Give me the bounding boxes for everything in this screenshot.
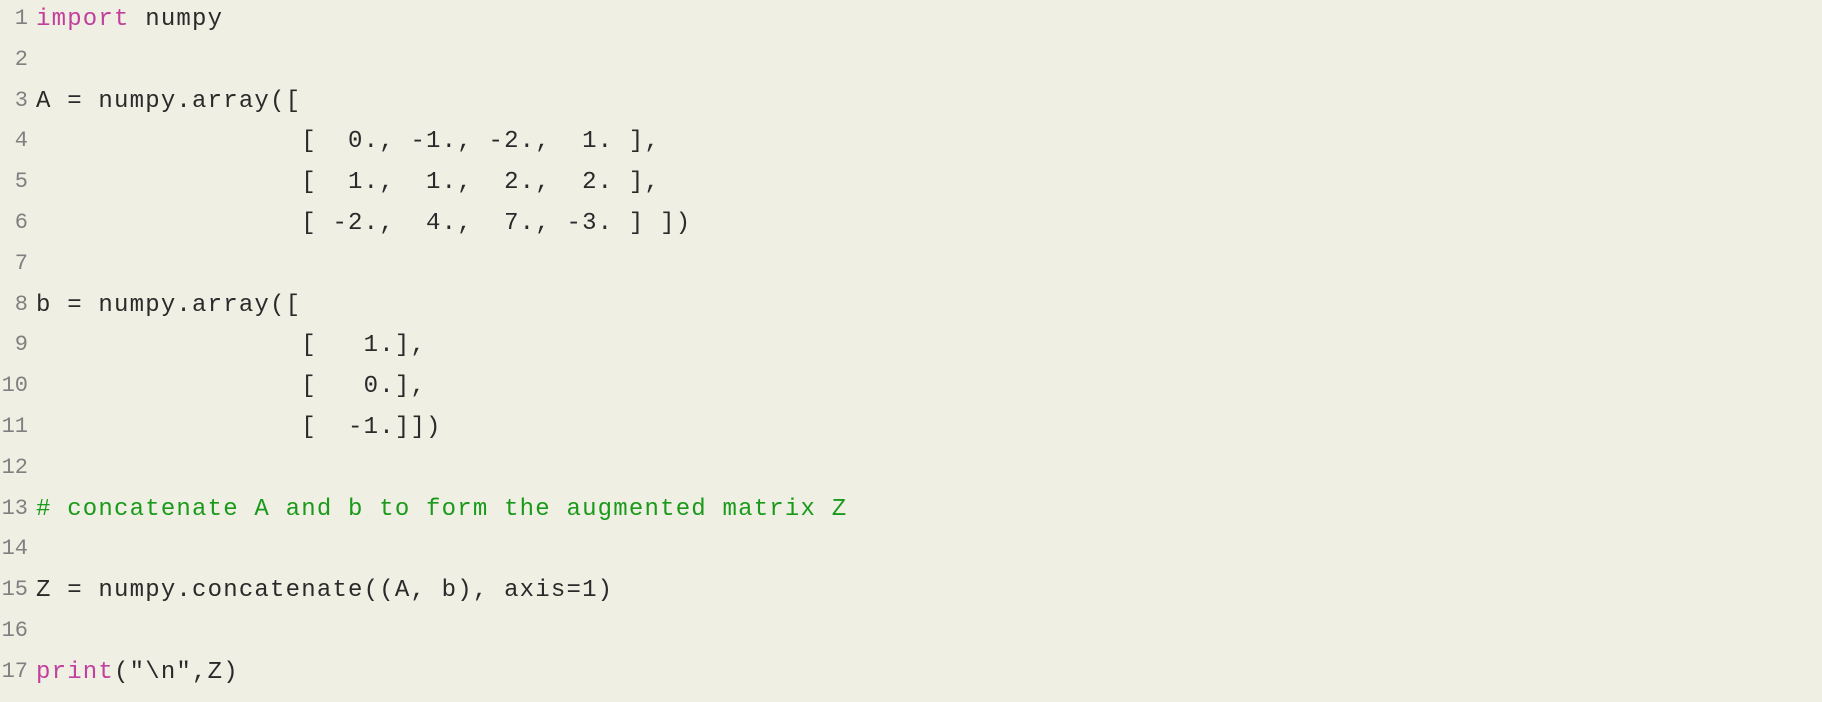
code-token: ("\n",Z) [114,659,239,686]
code-token: [ 0., -1., -2., 1. ], [36,128,660,155]
code-line [36,449,1822,490]
code-content: import numpy A = numpy.array([ [ 0., -1.… [36,0,1822,694]
line-number: 11 [0,408,28,449]
code-token: b = numpy.array([ [36,292,301,319]
code-line: [ -1.]]) [36,408,1822,449]
code-token: print [36,659,114,686]
line-number: 4 [0,122,28,163]
code-token: # concatenate A and b to form the augmen… [36,496,847,523]
line-number: 1 [0,0,28,41]
code-token: A = numpy.array([ [36,88,301,115]
code-token: [ 1., 1., 2., 2. ], [36,169,660,196]
code-line: [ -2., 4., 7., -3. ] ]) [36,204,1822,245]
code-line: [ 0.], [36,367,1822,408]
code-token: [ -1.]]) [36,414,442,441]
code-token: Z = numpy.concatenate((A, b), axis=1) [36,577,613,604]
code-token: [ 0.], [36,373,426,400]
line-number: 10 [0,367,28,408]
line-number: 14 [0,530,28,571]
code-token: [ 1.], [36,332,426,359]
code-block: 1234567891011121314151617 import numpy A… [0,0,1822,694]
line-number: 13 [0,490,28,531]
line-number: 6 [0,204,28,245]
code-line: # concatenate A and b to form the augmen… [36,490,1822,531]
line-number: 9 [0,326,28,367]
code-line [36,41,1822,82]
code-token: numpy [130,6,224,33]
line-number: 8 [0,286,28,327]
code-line [36,612,1822,653]
code-line [36,530,1822,571]
line-number: 12 [0,449,28,490]
code-line [36,245,1822,286]
line-number: 7 [0,245,28,286]
line-number: 15 [0,571,28,612]
code-token: import [36,6,130,33]
code-token: [ -2., 4., 7., -3. ] ]) [36,210,691,237]
code-line: Z = numpy.concatenate((A, b), axis=1) [36,571,1822,612]
line-number: 2 [0,41,28,82]
code-line: print("\n",Z) [36,653,1822,694]
code-line: [ 0., -1., -2., 1. ], [36,122,1822,163]
line-number-gutter: 1234567891011121314151617 [0,0,36,694]
code-line: [ 1.], [36,326,1822,367]
code-line: import numpy [36,0,1822,41]
code-line: A = numpy.array([ [36,82,1822,123]
line-number: 17 [0,653,28,694]
line-number: 3 [0,82,28,123]
line-number: 5 [0,163,28,204]
code-line: [ 1., 1., 2., 2. ], [36,163,1822,204]
line-number: 16 [0,612,28,653]
code-line: b = numpy.array([ [36,286,1822,327]
